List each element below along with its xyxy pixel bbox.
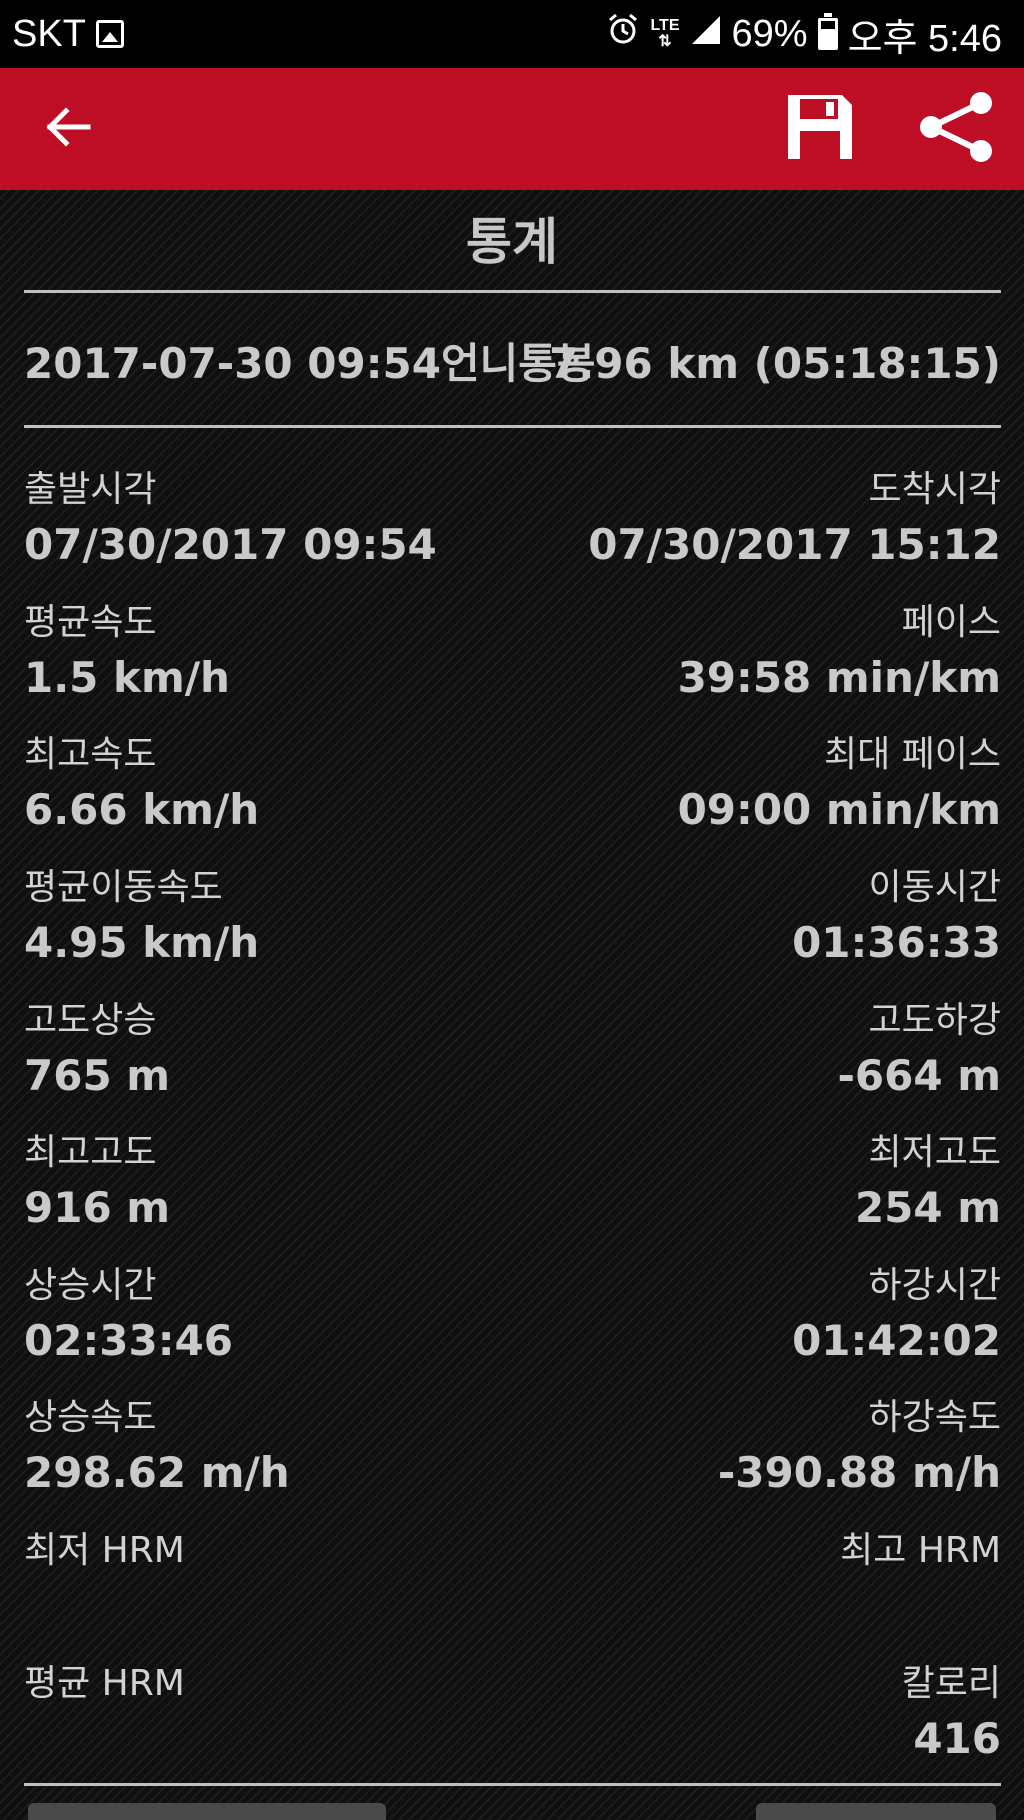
stat-row-moving: 평균이동속도 4.95 km/h 이동시간 01:36:33 <box>24 863 1001 993</box>
activity-distance-time: 7.96 km (05:18:15) <box>549 339 1001 388</box>
stat-row-avg-hrm-calories: 평균 HRM 칼로리 416 <box>24 1659 1001 1789</box>
status-bar: SKT LTE ⇅ 69% 오후 5:46 <box>0 0 1024 68</box>
alarm-icon <box>606 12 640 56</box>
stat-elevation-loss: 고도하강 -664 m <box>837 1000 1002 1100</box>
signal-icon <box>690 13 722 56</box>
stat-avg-moving-speed: 평균이동속도 4.95 km/h <box>24 867 260 967</box>
battery-percent: 69% <box>731 12 808 55</box>
share-icon <box>917 91 993 167</box>
bottom-divider <box>24 1783 1001 1786</box>
statistics-screen: SKT LTE ⇅ 69% 오후 5:46 통계 2017-07-30 09:5… <box>0 0 1024 1820</box>
stat-descent-rate: 하강속도 -390.88 m/h <box>717 1397 1001 1497</box>
stat-ascent-rate: 상승속도 298.62 m/h <box>24 1397 290 1497</box>
stat-row-time: 출발시각 07/30/2017 09:54 도착시각 07/30/2017 15… <box>24 465 1001 595</box>
stat-min-altitude: 최저고도 254 m <box>854 1132 1001 1232</box>
activity-name: 2017-07-30 09:54언니통봉 <box>24 339 596 388</box>
stat-max-pace: 최대 페이스 09:00 min/km <box>677 734 1001 834</box>
activity-summary: 2017-07-30 09:54언니통봉 7.96 km (05:18:15) <box>24 336 1001 392</box>
summary-divider <box>24 425 1001 428</box>
stat-calories: 칼로리 416 <box>901 1663 1001 1763</box>
stat-row-climb-rate: 상승속도 298.62 m/h 하강속도 -390.88 m/h <box>24 1393 1001 1523</box>
stat-elevation-gain: 고도상승 765 m <box>24 1000 171 1100</box>
stat-row-altitude: 최고고도 916 m 최저고도 254 m <box>24 1128 1001 1258</box>
share-button[interactable] <box>900 68 1010 190</box>
stat-row-max: 최고속도 6.66 km/h 최대 페이스 09:00 min/km <box>24 730 1001 860</box>
back-button[interactable] <box>18 68 118 190</box>
stat-max-hrm: 최고 HRM <box>840 1530 1001 1571</box>
bottom-right-button[interactable] <box>756 1803 996 1820</box>
stat-ascent-time: 상승시간 02:33:46 <box>24 1265 233 1365</box>
stat-row-climb-time: 상승시간 02:33:46 하강시간 01:42:02 <box>24 1261 1001 1391</box>
image-notification-icon <box>95 20 124 48</box>
stat-start-time: 출발시각 07/30/2017 09:54 <box>24 469 437 569</box>
stat-moving-time: 이동시간 01:36:33 <box>792 867 1001 967</box>
stat-avg-speed: 평균속도 1.5 km/h <box>24 602 230 702</box>
stat-max-altitude: 최고고도 916 m <box>24 1132 171 1232</box>
save-button[interactable] <box>770 68 870 190</box>
stat-descent-time: 하강시간 01:42:02 <box>792 1265 1001 1365</box>
carrier-label: SKT <box>12 13 86 55</box>
back-arrow-icon <box>42 101 94 157</box>
stat-end-time: 도착시각 07/30/2017 15:12 <box>588 469 1001 569</box>
bottom-left-button[interactable] <box>28 1803 386 1820</box>
app-bar <box>0 68 1024 190</box>
stat-row-hrm: 최저 HRM 최고 HRM <box>24 1526 1001 1656</box>
stat-pace: 페이스 39:58 min/km <box>677 602 1001 702</box>
stat-min-hrm: 최저 HRM <box>24 1530 185 1571</box>
title-divider <box>24 290 1001 293</box>
stat-row-speed: 평균속도 1.5 km/h 페이스 39:58 min/km <box>24 598 1001 728</box>
stat-max-speed: 최고속도 6.66 km/h <box>24 734 260 834</box>
save-icon <box>784 91 856 167</box>
stat-row-elevation-change: 고도상승 765 m 고도하강 -664 m <box>24 996 1001 1126</box>
page-title: 통계 <box>466 213 558 271</box>
clock: 오후 5:46 <box>847 17 1002 60</box>
lte-icon: LTE ⇅ <box>650 17 680 50</box>
battery-icon <box>817 13 838 50</box>
stat-avg-hrm: 평균 HRM <box>24 1663 185 1704</box>
